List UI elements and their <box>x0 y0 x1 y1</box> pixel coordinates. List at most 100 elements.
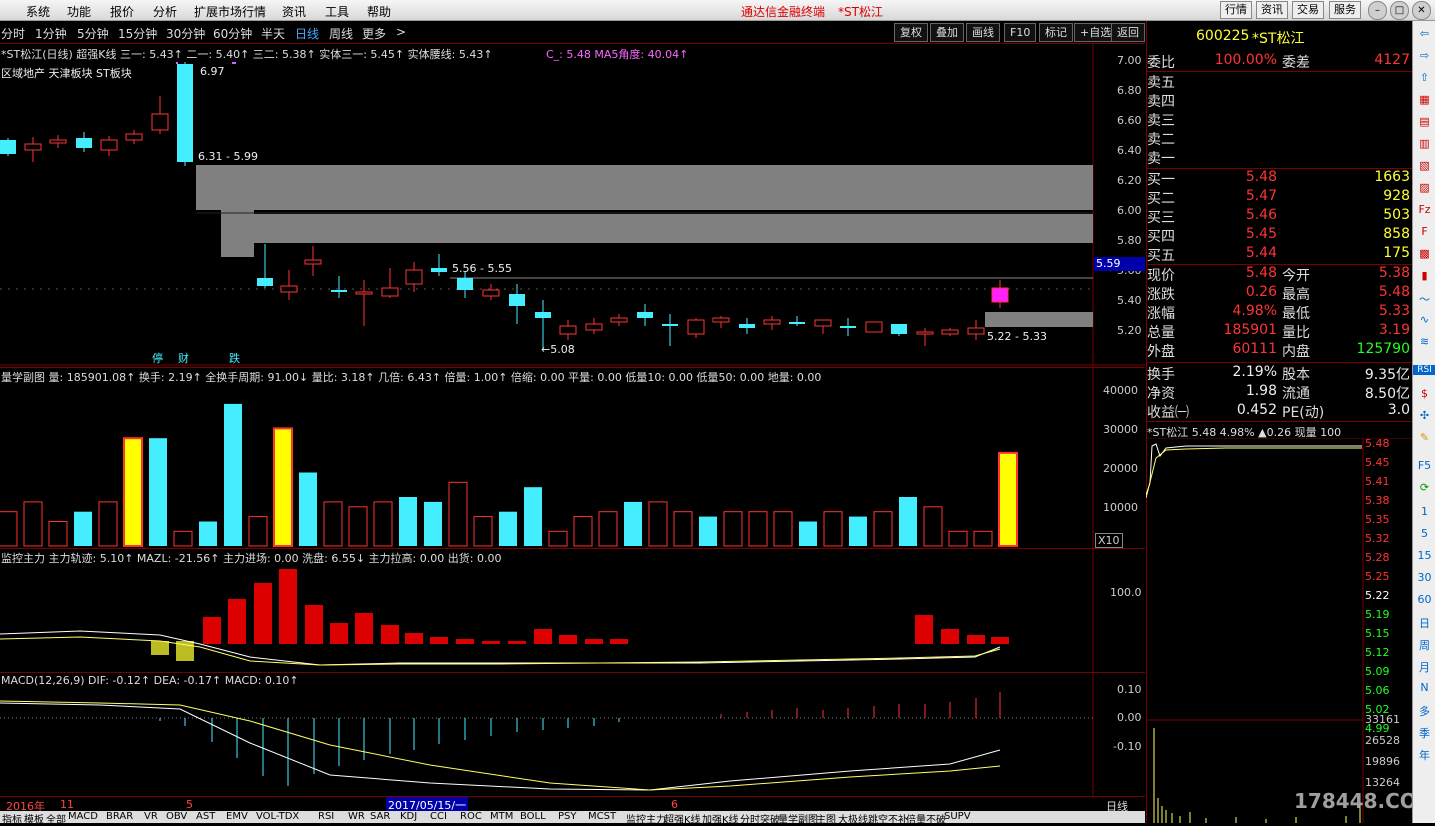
indicator-tab-18[interactable]: PSY <box>558 811 577 822</box>
overlay-button[interactable]: 叠加 <box>930 23 964 42</box>
indicator-tab-4[interactable]: BRAR <box>106 811 133 822</box>
adjust-button[interactable]: 复权 <box>894 23 928 42</box>
menu-quote[interactable]: 报价 <box>110 3 134 20</box>
indicator-tab-3[interactable]: MACD <box>68 811 98 822</box>
sidebar-period-0[interactable]: 1 <box>1413 505 1435 518</box>
sidebar-period-1[interactable]: 5 <box>1413 527 1435 540</box>
sidebar-period-10[interactable]: 季 <box>1413 725 1435 741</box>
period-more[interactable]: 更多 <box>362 25 386 42</box>
indicator-tab-6[interactable]: OBV <box>166 811 187 822</box>
move-icon[interactable]: ✣ <box>1413 409 1435 422</box>
volume-pane[interactable]: 量学副图 量: 185901.08↑ 换手: 2.19↑ 全换手周期: 91.0… <box>0 367 1145 548</box>
maximize-icon[interactable]: □ <box>1390 1 1409 20</box>
indicator-tab-12[interactable]: SAR <box>370 811 390 822</box>
menu-tools[interactable]: 工具 <box>325 3 349 20</box>
indicator-tab-25[interactable]: 主图 <box>816 811 836 826</box>
indicator-tab-21[interactable]: 超强K线 <box>664 811 701 826</box>
indicator-tab-17[interactable]: BOLL <box>520 811 546 822</box>
dollar-icon[interactable]: $ <box>1413 387 1435 400</box>
indicator-tab-1[interactable]: 模板 <box>24 811 44 826</box>
indicator-tab-15[interactable]: ROC <box>460 811 482 822</box>
indicator-tab-14[interactable]: CCI <box>430 811 447 822</box>
sidebar-period-7[interactable]: 月 <box>1413 659 1435 675</box>
barchart-icon[interactable]: ▮ <box>1413 269 1435 282</box>
arrow-right-icon[interactable]: ⇨ <box>1413 49 1435 62</box>
macd-pane[interactable]: MACD(12,26,9) DIF: -0.12↑ DEA: -0.17↑ MA… <box>0 672 1145 796</box>
period-weekly[interactable]: 周线 <box>329 25 353 42</box>
wave-icon[interactable]: 〜 <box>1413 291 1435 307</box>
period-5min[interactable]: 5分钟 <box>77 25 109 42</box>
indicator-tab-7[interactable]: AST <box>196 811 215 822</box>
sidebar-period-2[interactable]: 15 <box>1413 549 1435 562</box>
minimize-icon[interactable]: – <box>1368 1 1387 20</box>
line-icon[interactable]: ∿ <box>1413 313 1435 326</box>
period-15min[interactable]: 15分钟 <box>118 25 157 42</box>
sidebar-period-6[interactable]: 周 <box>1413 637 1435 653</box>
back-button[interactable]: 返回 <box>1111 23 1145 42</box>
fz-icon[interactable]: Fz <box>1413 203 1435 216</box>
menu-extended-market[interactable]: 扩展市场行情 <box>194 3 266 20</box>
indicator-tab-27[interactable]: 跳空不补 <box>868 811 908 826</box>
sidebar-period-11[interactable]: 年 <box>1413 747 1435 763</box>
kline-icon[interactable]: ▥ <box>1413 137 1435 150</box>
indicator-tab-16[interactable]: MTM <box>490 811 513 822</box>
sidebar-period-3[interactable]: 30 <box>1413 571 1435 584</box>
sidebar-period-5[interactable]: 日 <box>1413 615 1435 631</box>
candle-icon[interactable]: ▧ <box>1413 159 1435 172</box>
menu-analysis[interactable]: 分析 <box>153 3 177 20</box>
indicator-tab-23[interactable]: 分时突破 <box>740 811 780 826</box>
indicator-tab-22[interactable]: 加强K线 <box>702 811 739 826</box>
period-60min[interactable]: 60分钟 <box>213 25 252 42</box>
period-30min[interactable]: 30分钟 <box>166 25 205 42</box>
period-timeshare[interactable]: 分时 <box>1 25 25 42</box>
menu-help[interactable]: 帮助 <box>367 3 391 20</box>
indicator-tab-8[interactable]: EMV <box>226 811 248 822</box>
monitor-pane[interactable]: 监控主力 主力轨迹: 5.10↑ MAZL: -21.56↑ 主力进场: 0.0… <box>0 548 1145 672</box>
arrow-up-icon[interactable]: ⇧ <box>1413 71 1435 84</box>
indicator-tab-11[interactable]: WR <box>348 811 365 822</box>
sidebar-period-8[interactable]: N <box>1413 681 1435 694</box>
arrow-left-icon[interactable]: ⇦ <box>1413 27 1435 40</box>
quote-button[interactable]: 行情 <box>1220 1 1252 19</box>
sidebar-period-9[interactable]: 多 <box>1413 703 1435 719</box>
pencil-icon[interactable]: ✎ <box>1413 431 1435 444</box>
indicator-tab-20[interactable]: 监控主力 <box>626 811 666 826</box>
menu-function[interactable]: 功能 <box>67 3 91 20</box>
bars-icon[interactable]: ▨ <box>1413 181 1435 194</box>
menu-news[interactable]: 资讯 <box>282 3 306 20</box>
chart-icon[interactable]: ▦ <box>1413 93 1435 106</box>
indicator-tab-26[interactable]: 大极线 <box>838 811 868 826</box>
period-daily[interactable]: 日线 <box>295 25 319 42</box>
indicator-tab-10[interactable]: RSI <box>318 811 334 822</box>
menu-system[interactable]: 系统 <box>26 3 50 20</box>
draw-line-button[interactable]: 画线 <box>966 23 1000 42</box>
period-1min[interactable]: 1分钟 <box>35 25 67 42</box>
indicator-tab-28[interactable]: 倍量不破 <box>906 811 946 826</box>
indicator-tab-0[interactable]: 指标 <box>2 811 22 826</box>
indicator-tab-24[interactable]: 量学副图 <box>778 811 818 826</box>
f10-button[interactable]: F10 <box>1004 23 1037 42</box>
service-button[interactable]: 服务 <box>1329 1 1361 19</box>
trade-button[interactable]: 交易 <box>1292 1 1324 19</box>
mark-button[interactable]: 标记 <box>1039 23 1073 42</box>
indicator-tab-9[interactable]: VOL-TDX <box>256 811 299 822</box>
price-pane[interactable]: *ST松江(日线) 超强K线 三一: 5.43↑ 二一: 5.40↑ 三二: 5… <box>0 44 1145 366</box>
table-icon[interactable]: ▤ <box>1413 115 1435 128</box>
indicator-tab-5[interactable]: VR <box>144 811 158 822</box>
indicator-tab-29[interactable]: SUPV <box>944 811 971 822</box>
grid-icon[interactable]: ▩ <box>1413 247 1435 260</box>
refresh-icon[interactable]: ⟳ <box>1413 481 1435 494</box>
close-icon[interactable]: ✕ <box>1412 1 1431 20</box>
indicator-tab-13[interactable]: KDJ <box>400 811 417 822</box>
indicator-tab-2[interactable]: 全部 <box>46 811 66 826</box>
rsi-icon[interactable]: RSI <box>1413 365 1435 375</box>
period-more-arrow[interactable]: > <box>396 25 406 39</box>
f5-icon[interactable]: F5 <box>1413 459 1435 472</box>
period-halfday[interactable]: 半天 <box>261 25 285 42</box>
sidebar-period-4[interactable]: 60 <box>1413 593 1435 606</box>
news-button[interactable]: 资讯 <box>1256 1 1288 19</box>
fr-icon[interactable]: F <box>1413 225 1435 238</box>
compare-icon[interactable]: ≋ <box>1413 335 1435 348</box>
sell-level-3: 卖三 <box>1147 110 1412 129</box>
indicator-tab-19[interactable]: MCST <box>588 811 616 822</box>
